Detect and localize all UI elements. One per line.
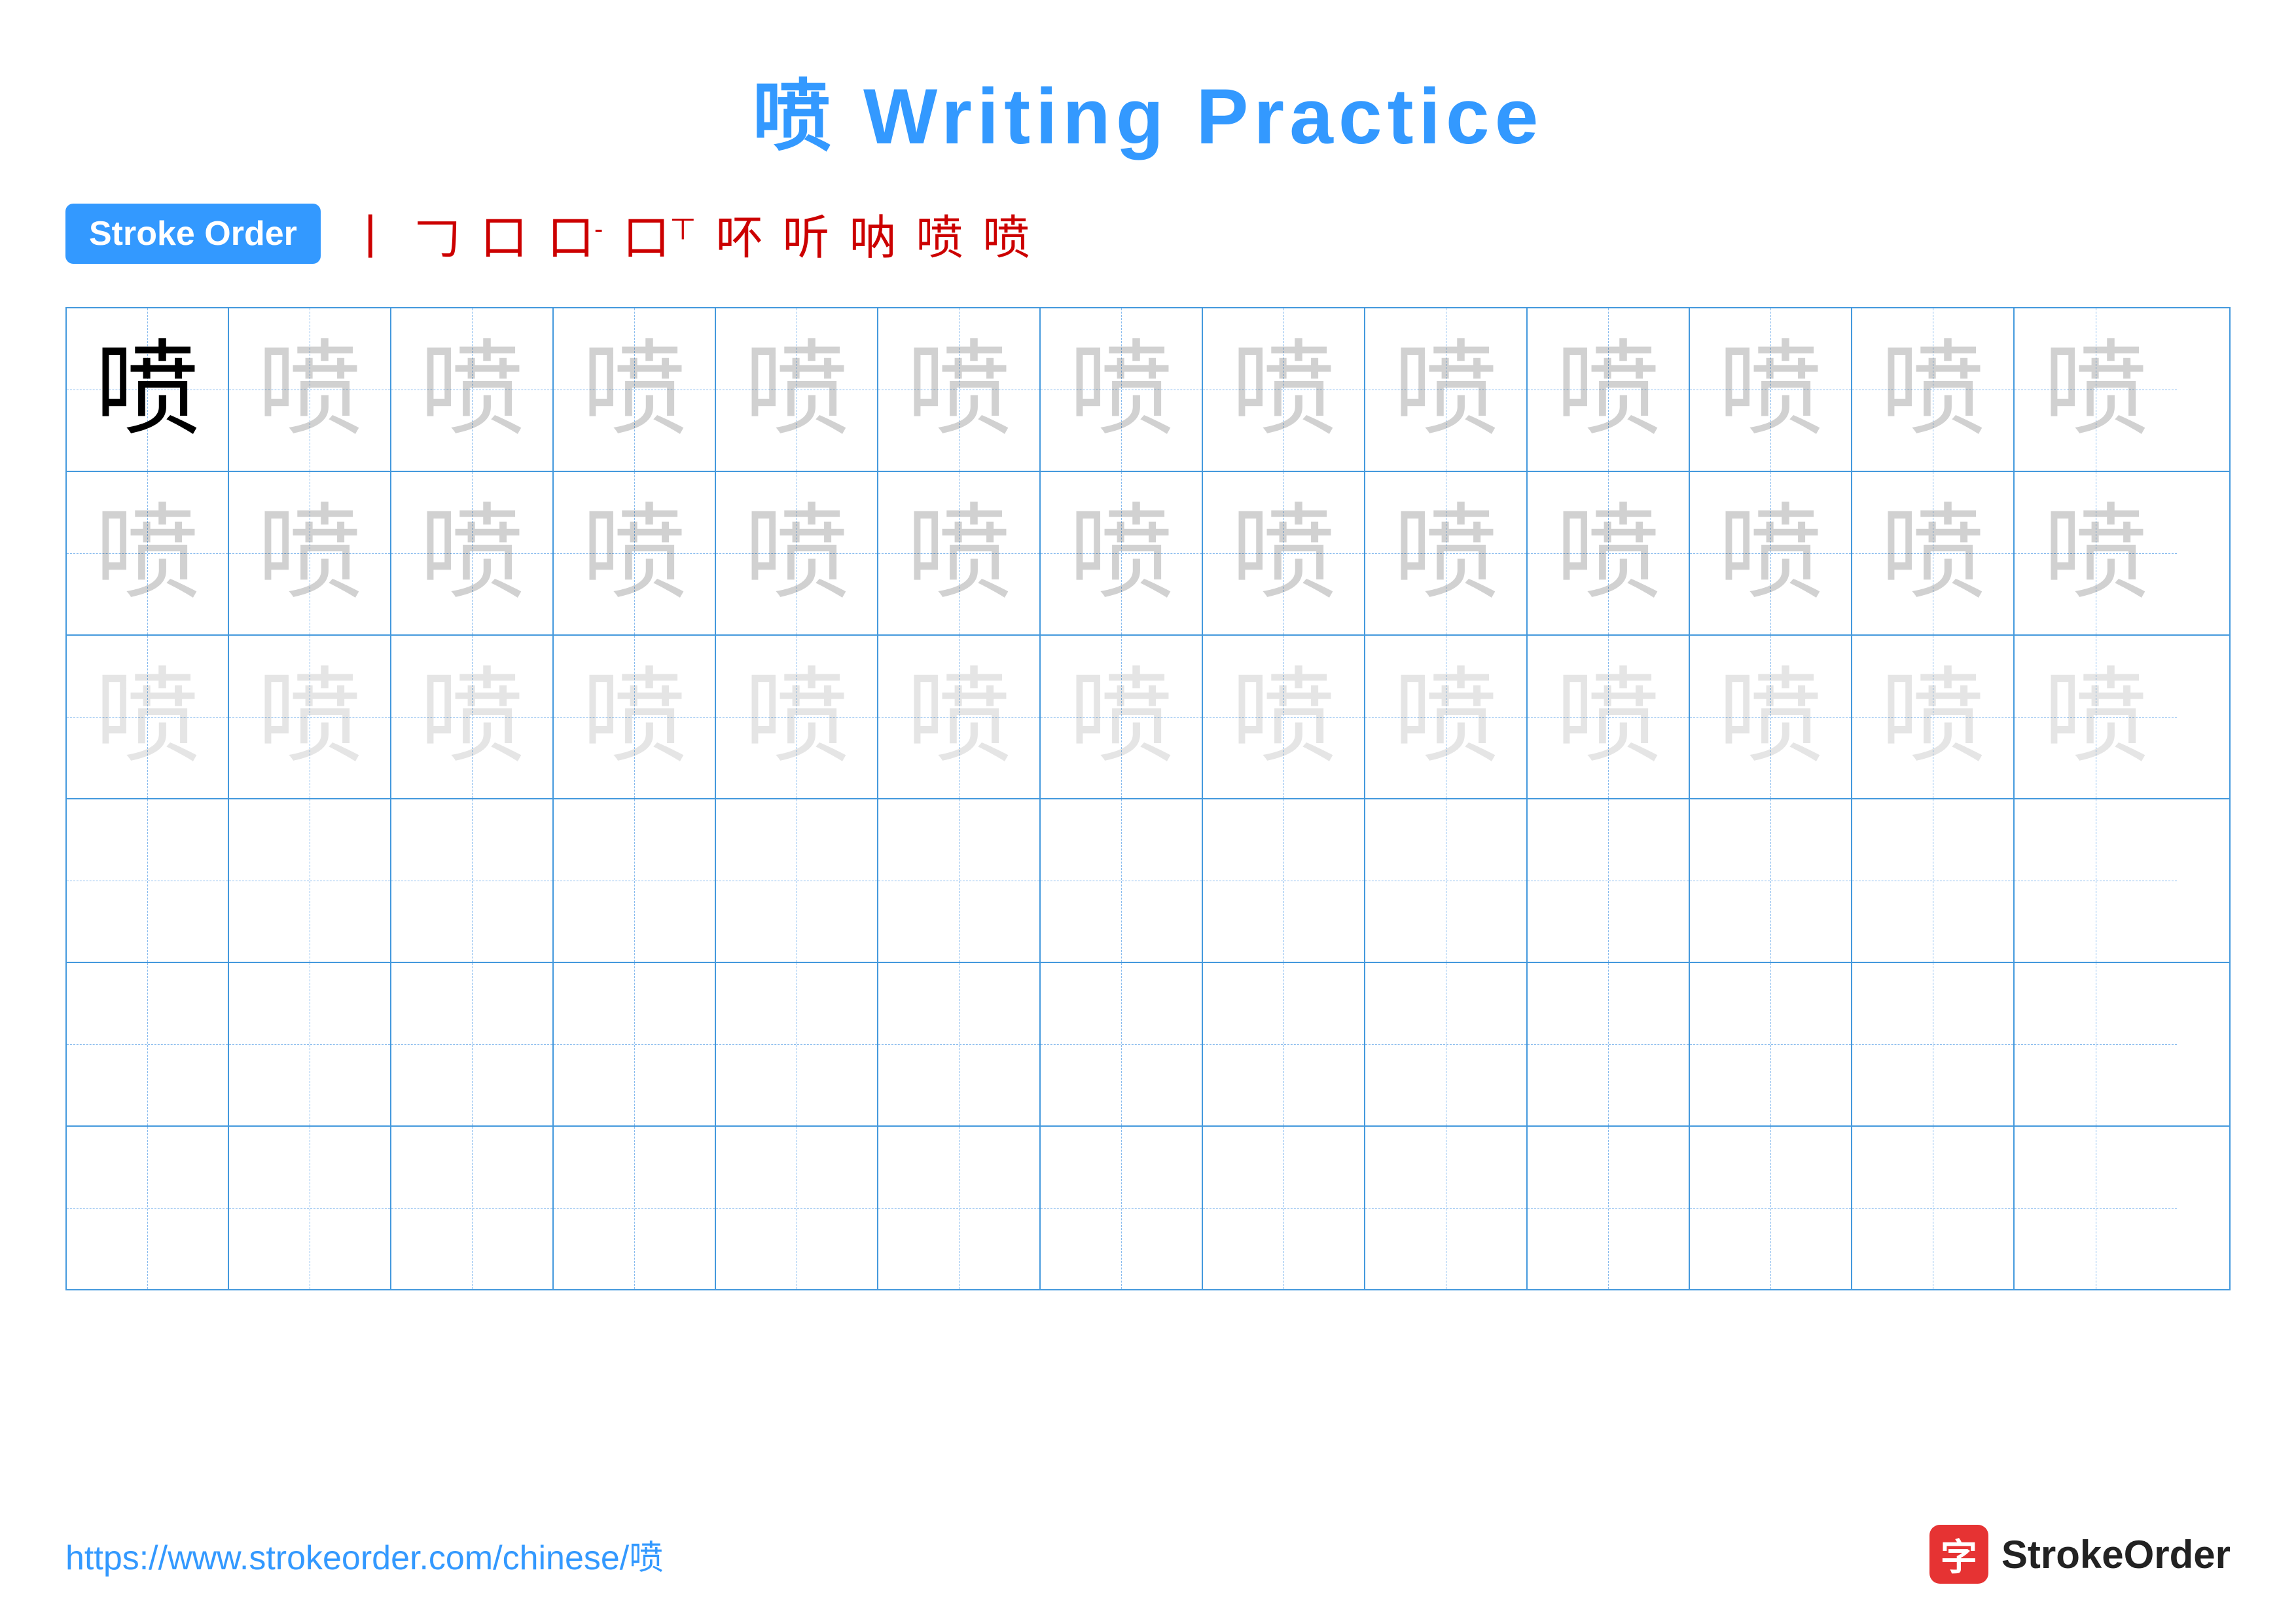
logo-text: StrokeOrder xyxy=(2001,1532,2231,1577)
grid-cell xyxy=(1365,799,1528,962)
grid-cell xyxy=(1852,799,2015,962)
grid-cell xyxy=(878,799,1041,962)
grid-cell xyxy=(67,963,229,1125)
grid-cell: 喷 xyxy=(716,636,878,798)
grid-cell xyxy=(716,1127,878,1289)
grid-cell xyxy=(2015,799,2177,962)
grid-cell: 喷 xyxy=(716,472,878,634)
grid-row-4 xyxy=(67,799,2229,963)
grid-cell xyxy=(1528,1127,1690,1289)
grid-cell: 喷 xyxy=(554,636,716,798)
grid-cell: 喷 xyxy=(1690,636,1852,798)
grid-cell: 喷 xyxy=(1041,636,1203,798)
grid-cell: 喷 xyxy=(1203,472,1365,634)
grid-cell xyxy=(1365,963,1528,1125)
grid-cell: 喷 xyxy=(1365,636,1528,798)
grid-cell: 喷 xyxy=(1690,472,1852,634)
grid-cell: 喷 xyxy=(391,472,554,634)
grid-cell xyxy=(1365,1127,1528,1289)
grid-cell xyxy=(1852,963,2015,1125)
grid-cell: 喷 xyxy=(878,308,1041,471)
footer: https://www.strokeorder.com/chinese/喷 字 … xyxy=(0,1525,2296,1584)
grid-cell: 喷 xyxy=(1690,308,1852,471)
logo-icon: 字 xyxy=(1929,1525,1988,1584)
grid-cell: 喷 xyxy=(2015,308,2177,471)
grid-cell xyxy=(1203,963,1365,1125)
grid-cell: 喷 xyxy=(229,636,391,798)
grid-cell: 喷 xyxy=(1852,472,2015,634)
grid-cell xyxy=(229,1127,391,1289)
grid-cell: 喷 xyxy=(1365,308,1528,471)
grid-row-3: 喷 喷 喷 喷 喷 喷 喷 喷 喷 喷 喷 喷 喷 xyxy=(67,636,2229,799)
grid-cell xyxy=(391,799,554,962)
grid-cell: 喷 xyxy=(554,472,716,634)
grid-cell xyxy=(1203,799,1365,962)
stroke-sequence: 丨 𠃌 口 口- 口ㄒ 吥 听 呐 喷 喷 xyxy=(347,199,1030,268)
grid-cell: 喷 xyxy=(391,636,554,798)
grid-cell: 喷 xyxy=(1041,472,1203,634)
grid-cell xyxy=(1041,799,1203,962)
grid-cell xyxy=(1852,1127,2015,1289)
grid-cell: 喷 xyxy=(1528,636,1690,798)
grid-cell xyxy=(878,1127,1041,1289)
grid-cell: 喷 xyxy=(229,308,391,471)
grid-cell xyxy=(229,799,391,962)
grid-cell: 喷 xyxy=(229,472,391,634)
grid-cell: 喷 xyxy=(1365,472,1528,634)
grid-cell: 喷 xyxy=(1528,308,1690,471)
grid-cell: 喷 xyxy=(1041,308,1203,471)
page-title: 喷 Writing Practice xyxy=(0,0,2296,166)
grid-cell xyxy=(2015,963,2177,1125)
grid-cell: 喷 xyxy=(67,308,229,471)
grid-row-6 xyxy=(67,1127,2229,1289)
grid-cell xyxy=(716,799,878,962)
grid-cell xyxy=(67,799,229,962)
grid-cell: 喷 xyxy=(1852,636,2015,798)
grid-cell xyxy=(229,963,391,1125)
grid-cell: 喷 xyxy=(1203,308,1365,471)
grid-cell: 喷 xyxy=(1852,308,2015,471)
grid-cell: 喷 xyxy=(2015,472,2177,634)
grid-cell xyxy=(716,963,878,1125)
grid-cell xyxy=(1041,1127,1203,1289)
grid-cell xyxy=(1528,799,1690,962)
grid-cell xyxy=(878,963,1041,1125)
grid-cell xyxy=(2015,1127,2177,1289)
grid-cell xyxy=(391,1127,554,1289)
stroke-order-row: Stroke Order 丨 𠃌 口 口- 口ㄒ 吥 听 呐 喷 喷 xyxy=(0,166,2296,287)
grid-cell: 喷 xyxy=(1528,472,1690,634)
grid-cell xyxy=(67,1127,229,1289)
grid-cell: 喷 xyxy=(2015,636,2177,798)
grid-cell xyxy=(1690,799,1852,962)
grid-cell: 喷 xyxy=(391,308,554,471)
grid-cell xyxy=(1690,1127,1852,1289)
title-text: Writing Practice xyxy=(836,73,1544,160)
grid-cell xyxy=(1528,963,1690,1125)
footer-url[interactable]: https://www.strokeorder.com/chinese/喷 xyxy=(65,1530,663,1579)
grid-cell: 喷 xyxy=(1203,636,1365,798)
grid-row-1: 喷 喷 喷 喷 喷 喷 喷 喷 喷 喷 喷 喷 喷 xyxy=(67,308,2229,472)
grid-cell xyxy=(1690,963,1852,1125)
stroke-order-badge: Stroke Order xyxy=(65,204,321,264)
grid-cell xyxy=(554,963,716,1125)
grid-cell xyxy=(1041,963,1203,1125)
grid-row-2: 喷 喷 喷 喷 喷 喷 喷 喷 喷 喷 喷 喷 喷 xyxy=(67,472,2229,636)
grid-cell: 喷 xyxy=(554,308,716,471)
grid-cell: 喷 xyxy=(67,472,229,634)
grid-cell xyxy=(1203,1127,1365,1289)
grid-row-5 xyxy=(67,963,2229,1127)
practice-grid: 喷 喷 喷 喷 喷 喷 喷 喷 喷 喷 喷 喷 喷 喷 喷 喷 喷 喷 喷 喷 … xyxy=(65,307,2231,1290)
grid-cell xyxy=(554,1127,716,1289)
grid-cell: 喷 xyxy=(716,308,878,471)
grid-cell xyxy=(391,963,554,1125)
grid-cell: 喷 xyxy=(67,636,229,798)
grid-cell xyxy=(554,799,716,962)
grid-cell: 喷 xyxy=(878,472,1041,634)
footer-logo: 字 StrokeOrder xyxy=(1929,1525,2231,1584)
title-char: 喷 xyxy=(753,73,836,160)
grid-cell: 喷 xyxy=(878,636,1041,798)
